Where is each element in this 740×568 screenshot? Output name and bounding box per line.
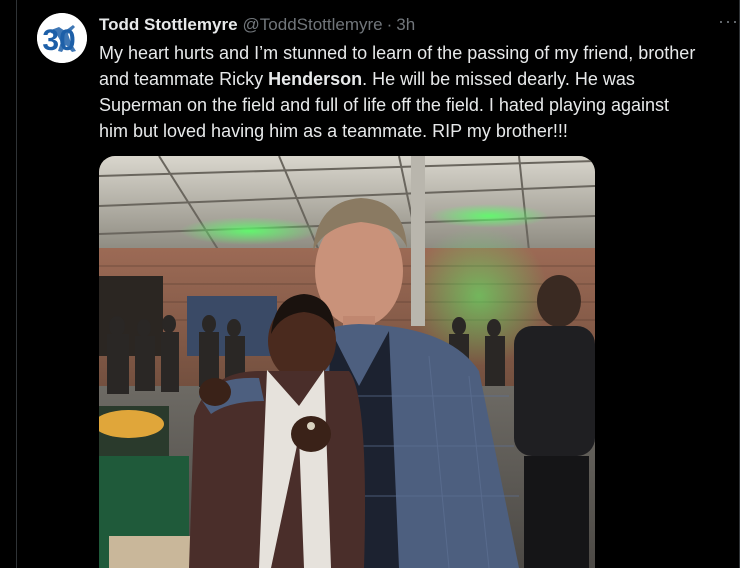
- tweet-timestamp[interactable]: 3h: [396, 15, 415, 35]
- tweet-bold-name: Henderson: [268, 69, 363, 89]
- tweet-header: Todd Stottlemyre @ToddStottlemyre · 3h: [99, 13, 415, 37]
- author-avatar[interactable]: 30: [37, 13, 87, 63]
- tweet-line-2-start: and teammate Ricky: [99, 69, 269, 89]
- tweet-line-2-end: . He will be missed dearly. He was: [362, 69, 635, 89]
- pitcher-logo-icon: 30: [37, 13, 87, 63]
- header-separator: ·: [386, 15, 393, 34]
- tweet-line-3: Superman on the field and full of life o…: [99, 95, 670, 115]
- tweet-line-4: him but loved having him as a teammate. …: [99, 121, 568, 141]
- tweet-line-2: and teammate Ricky Henderson. He will be…: [99, 66, 739, 92]
- tweet-text: My heart hurts and I’m stunned to learn …: [99, 40, 739, 144]
- photo-image: [99, 156, 595, 568]
- more-options-icon[interactable]: ···: [718, 12, 740, 34]
- timeline-left-border: [16, 0, 17, 568]
- tweet-photo[interactable]: [99, 156, 595, 568]
- author-handle[interactable]: @ToddStottlemyre: [243, 15, 383, 35]
- author-name[interactable]: Todd Stottlemyre: [99, 15, 238, 35]
- tweet-line-1: My heart hurts and I’m stunned to learn …: [99, 43, 696, 63]
